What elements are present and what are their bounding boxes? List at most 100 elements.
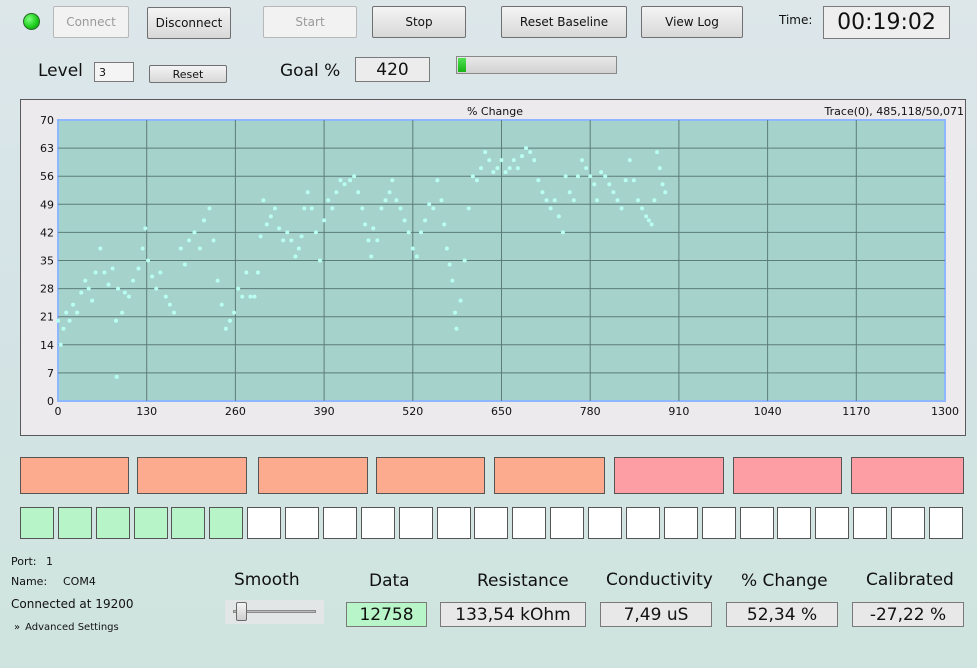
disconnect-button[interactable]: Disconnect bbox=[147, 7, 231, 39]
indicator-block bbox=[614, 457, 724, 494]
conductivity-label: Conductivity bbox=[606, 570, 713, 590]
data-point bbox=[663, 190, 668, 195]
percent-change-label: % Change bbox=[741, 571, 828, 591]
data-point bbox=[61, 326, 66, 331]
goal-progress-bar bbox=[456, 56, 617, 74]
data-point bbox=[414, 254, 419, 259]
data-point bbox=[322, 218, 327, 223]
data-point bbox=[348, 178, 353, 183]
data-point bbox=[158, 270, 163, 275]
chart-title: % Change bbox=[467, 105, 523, 118]
data-point bbox=[406, 230, 411, 235]
data-point bbox=[293, 254, 298, 259]
level-square bbox=[740, 507, 774, 539]
data-point bbox=[548, 206, 553, 211]
data-label: Data bbox=[369, 571, 410, 591]
data-point bbox=[207, 206, 212, 211]
data-point bbox=[56, 318, 60, 323]
indicator-block bbox=[851, 457, 964, 494]
data-point bbox=[330, 206, 335, 211]
y-tick-label: 0 bbox=[47, 395, 54, 408]
data-point bbox=[383, 198, 388, 203]
level-square bbox=[474, 507, 508, 539]
data-point bbox=[305, 190, 310, 195]
data-point bbox=[120, 310, 125, 315]
data-point bbox=[427, 202, 432, 207]
calibrated-label: Calibrated bbox=[866, 570, 954, 590]
data-point bbox=[524, 146, 529, 151]
data-point bbox=[248, 294, 253, 299]
data-point bbox=[483, 150, 488, 155]
data-point bbox=[366, 238, 371, 243]
level-reset-button[interactable]: Reset bbox=[149, 65, 227, 83]
level-square bbox=[58, 507, 92, 539]
chart-trace-readout: Trace(0), 485,118/50,071 bbox=[824, 105, 964, 118]
data-point bbox=[394, 198, 399, 203]
level-square bbox=[929, 507, 963, 539]
data-point bbox=[402, 218, 407, 223]
data-point bbox=[532, 158, 537, 163]
elapsed-time-display: 00:19:02 bbox=[823, 6, 950, 39]
data-point bbox=[299, 234, 304, 239]
smooth-slider-thumb[interactable] bbox=[236, 602, 247, 621]
y-tick-label: 49 bbox=[40, 198, 54, 211]
stop-button[interactable]: Stop bbox=[372, 6, 466, 38]
x-tick-label: 1040 bbox=[754, 405, 782, 418]
data-point bbox=[146, 258, 151, 263]
data-point bbox=[390, 178, 395, 183]
data-point bbox=[136, 266, 141, 271]
data-point bbox=[75, 310, 80, 315]
start-button[interactable]: Start bbox=[263, 6, 357, 38]
data-point bbox=[83, 278, 88, 283]
data-point bbox=[466, 206, 471, 211]
data-point bbox=[458, 298, 463, 303]
data-point bbox=[131, 278, 136, 283]
data-point bbox=[556, 214, 561, 219]
y-tick-label: 7 bbox=[47, 367, 54, 380]
goal-input[interactable]: 420 bbox=[355, 57, 430, 82]
data-point bbox=[644, 214, 649, 219]
data-point bbox=[272, 206, 277, 211]
data-point bbox=[536, 178, 541, 183]
connection-status-led bbox=[23, 13, 40, 30]
data-point bbox=[387, 190, 392, 195]
chevron-double-down-icon: » bbox=[14, 621, 21, 633]
data-point bbox=[631, 178, 636, 183]
data-point bbox=[106, 282, 111, 287]
data-point bbox=[264, 222, 269, 227]
data-point bbox=[552, 198, 557, 203]
level-square bbox=[777, 507, 811, 539]
data-point bbox=[398, 206, 403, 211]
data-point bbox=[627, 158, 632, 163]
data-point bbox=[313, 230, 318, 235]
data-point bbox=[453, 310, 458, 315]
resistance-label: Resistance bbox=[477, 571, 569, 591]
data-point bbox=[519, 154, 524, 159]
view-log-button[interactable]: View Log bbox=[641, 6, 743, 38]
y-tick-label: 35 bbox=[40, 255, 54, 268]
data-point bbox=[655, 150, 660, 155]
data-point bbox=[252, 294, 257, 299]
advanced-settings-toggle[interactable]: » Advanced Settings bbox=[14, 622, 119, 633]
data-point bbox=[487, 158, 492, 163]
data-point bbox=[182, 262, 187, 267]
data-point bbox=[67, 318, 72, 323]
data-point bbox=[611, 190, 616, 195]
data-point bbox=[79, 290, 84, 295]
level-square bbox=[285, 507, 319, 539]
time-label: Time: bbox=[779, 13, 813, 27]
level-input[interactable]: 3 bbox=[94, 62, 134, 82]
reset-baseline-button[interactable]: Reset Baseline bbox=[501, 6, 627, 38]
data-point bbox=[232, 310, 237, 315]
connect-button[interactable]: Connect bbox=[53, 6, 129, 38]
data-point bbox=[607, 182, 612, 187]
level-label: Level bbox=[38, 61, 83, 81]
level-square bbox=[815, 507, 849, 539]
data-point bbox=[150, 274, 155, 279]
data-point bbox=[439, 198, 444, 203]
data-point bbox=[122, 290, 127, 295]
data-point bbox=[450, 278, 455, 283]
data-point bbox=[363, 222, 368, 227]
data-point bbox=[338, 178, 343, 183]
smooth-slider[interactable] bbox=[225, 600, 324, 624]
